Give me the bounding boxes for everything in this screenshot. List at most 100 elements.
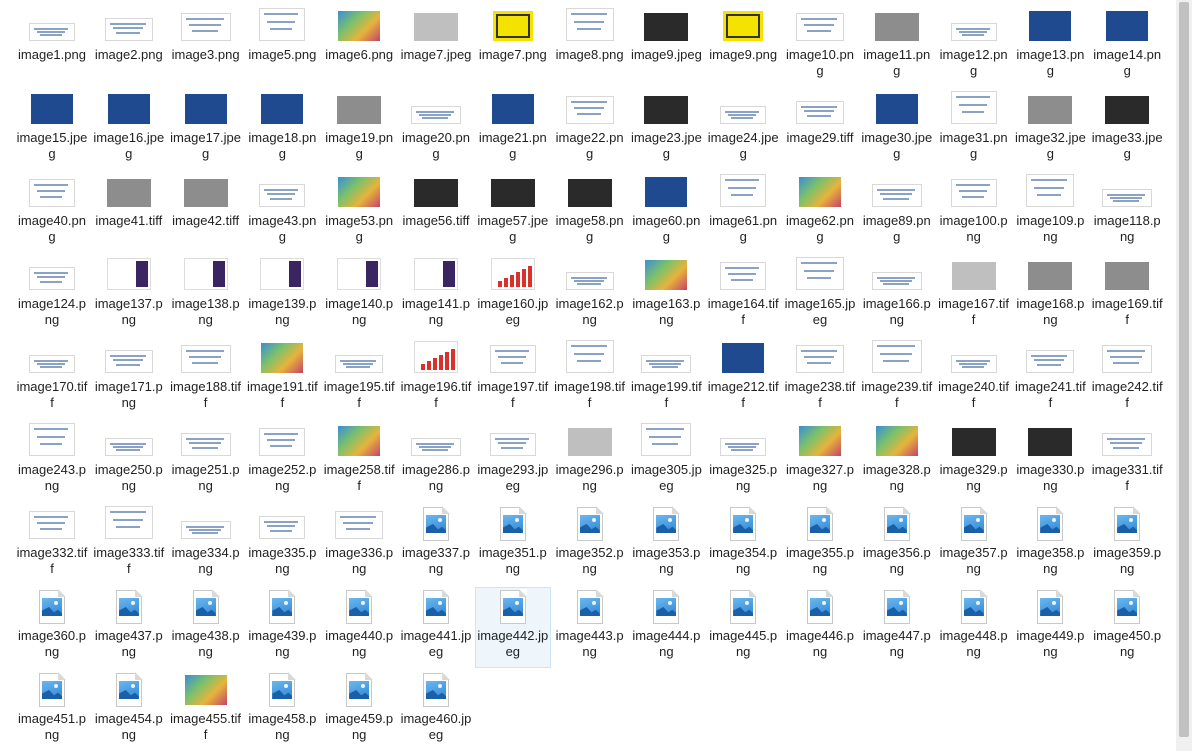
file-item[interactable]: image24.jpeg [705, 89, 781, 170]
file-item[interactable]: image164.tiff [705, 255, 781, 336]
file-item[interactable]: image160.jpeg [475, 255, 551, 336]
file-item[interactable]: image241.tiff [1012, 338, 1088, 419]
file-item[interactable]: image238.tiff [782, 338, 858, 419]
file-item[interactable]: image163.png [628, 255, 704, 336]
file-item[interactable]: image118.png [1089, 172, 1165, 253]
file-item[interactable]: image169.tiff [1089, 255, 1165, 336]
file-item[interactable]: image53.png [321, 172, 397, 253]
file-item[interactable]: image305.jpeg [628, 421, 704, 502]
file-item[interactable]: image242.tiff [1089, 338, 1165, 419]
file-item[interactable]: image43.png [244, 172, 320, 253]
file-item[interactable]: image12.png [936, 6, 1012, 87]
file-item[interactable]: image458.png [244, 670, 320, 751]
file-item[interactable]: image451.png [14, 670, 90, 751]
file-item[interactable]: image293.jpeg [475, 421, 551, 502]
file-item[interactable]: image15.jpeg [14, 89, 90, 170]
scrollbar-thumb[interactable] [1179, 2, 1189, 737]
file-item[interactable]: image455.tiff [168, 670, 244, 751]
file-item[interactable]: image252.png [244, 421, 320, 502]
file-item[interactable]: image351.png [475, 504, 551, 585]
file-item[interactable]: image331.tiff [1089, 421, 1165, 502]
file-item[interactable]: image199.tiff [628, 338, 704, 419]
file-item[interactable]: image109.png [1012, 172, 1088, 253]
file-item[interactable]: image353.png [628, 504, 704, 585]
file-item[interactable]: image296.png [552, 421, 628, 502]
file-item[interactable]: image332.tiff [14, 504, 90, 585]
file-item[interactable]: image138.png [168, 255, 244, 336]
file-item[interactable]: image454.png [91, 670, 167, 751]
file-item[interactable]: image198.tiff [552, 338, 628, 419]
file-item[interactable]: image60.png [628, 172, 704, 253]
file-item[interactable]: image3.png [168, 6, 244, 87]
file-item[interactable]: image166.png [859, 255, 935, 336]
file-item[interactable]: image9.jpeg [628, 6, 704, 87]
file-item[interactable]: image30.jpeg [859, 89, 935, 170]
file-item[interactable]: image443.png [552, 587, 628, 668]
file-item[interactable]: image441.jpeg [398, 587, 474, 668]
file-item[interactable]: image57.jpeg [475, 172, 551, 253]
file-item[interactable]: image240.tiff [936, 338, 1012, 419]
file-item[interactable]: image439.png [244, 587, 320, 668]
file-item[interactable]: image2.png [91, 6, 167, 87]
file-item[interactable]: image23.jpeg [628, 89, 704, 170]
file-item[interactable]: image328.png [859, 421, 935, 502]
file-item[interactable]: image141.png [398, 255, 474, 336]
file-item[interactable]: image449.png [1012, 587, 1088, 668]
file-item[interactable]: image40.png [14, 172, 90, 253]
file-item[interactable]: image7.jpeg [398, 6, 474, 87]
file-item[interactable]: image140.png [321, 255, 397, 336]
file-item[interactable]: image442.jpeg [474, 587, 551, 668]
file-item[interactable]: image330.png [1012, 421, 1088, 502]
file-item[interactable]: image352.png [552, 504, 628, 585]
file-item[interactable]: image243.png [14, 421, 90, 502]
file-item[interactable]: image18.png [244, 89, 320, 170]
file-item[interactable]: image42.tiff [168, 172, 244, 253]
file-item[interactable]: image22.png [552, 89, 628, 170]
file-item[interactable]: image16.jpeg [91, 89, 167, 170]
file-item[interactable]: image459.png [321, 670, 397, 751]
file-item[interactable]: image212.tiff [705, 338, 781, 419]
file-item[interactable]: image100.png [936, 172, 1012, 253]
file-item[interactable]: image327.png [782, 421, 858, 502]
file-item[interactable]: image124.png [14, 255, 90, 336]
file-item[interactable]: image239.tiff [859, 338, 935, 419]
file-item[interactable]: image446.png [782, 587, 858, 668]
file-item[interactable]: image19.png [321, 89, 397, 170]
file-item[interactable]: image460.jpeg [398, 670, 474, 751]
file-item[interactable]: image11.png [859, 6, 935, 87]
file-item[interactable]: image58.png [552, 172, 628, 253]
file-item[interactable]: image191.tiff [244, 338, 320, 419]
file-item[interactable]: image139.png [244, 255, 320, 336]
file-item[interactable]: image9.png [705, 6, 781, 87]
file-item[interactable]: image258.tiff [321, 421, 397, 502]
file-item[interactable]: image6.png [321, 6, 397, 87]
file-item[interactable]: image167.tiff [936, 255, 1012, 336]
file-item[interactable]: image444.png [628, 587, 704, 668]
file-item[interactable]: image336.png [321, 504, 397, 585]
file-item[interactable]: image438.png [168, 587, 244, 668]
file-item[interactable]: image337.png [398, 504, 474, 585]
file-item[interactable]: image20.png [398, 89, 474, 170]
file-item[interactable]: image170.tiff [14, 338, 90, 419]
file-item[interactable]: image334.png [168, 504, 244, 585]
file-item[interactable]: image437.png [91, 587, 167, 668]
file-item[interactable]: image355.png [782, 504, 858, 585]
file-item[interactable]: image195.tiff [321, 338, 397, 419]
file-item[interactable]: image329.png [936, 421, 1012, 502]
file-item[interactable]: image13.png [1012, 6, 1088, 87]
file-item[interactable]: image357.png [936, 504, 1012, 585]
file-item[interactable]: image7.png [475, 6, 551, 87]
file-item[interactable]: image10.png [782, 6, 858, 87]
file-item[interactable]: image61.png [705, 172, 781, 253]
file-item[interactable]: image5.png [244, 6, 320, 87]
file-item[interactable]: image17.jpeg [168, 89, 244, 170]
file-item[interactable]: image188.tiff [168, 338, 244, 419]
file-item[interactable]: image29.tiff [782, 89, 858, 170]
file-item[interactable]: image359.png [1089, 504, 1165, 585]
file-item[interactable]: image333.tiff [91, 504, 167, 585]
file-item[interactable]: image165.jpeg [782, 255, 858, 336]
file-item[interactable]: image32.jpeg [1012, 89, 1088, 170]
file-item[interactable]: image168.png [1012, 255, 1088, 336]
file-item[interactable]: image354.png [705, 504, 781, 585]
file-item[interactable]: image41.tiff [91, 172, 167, 253]
